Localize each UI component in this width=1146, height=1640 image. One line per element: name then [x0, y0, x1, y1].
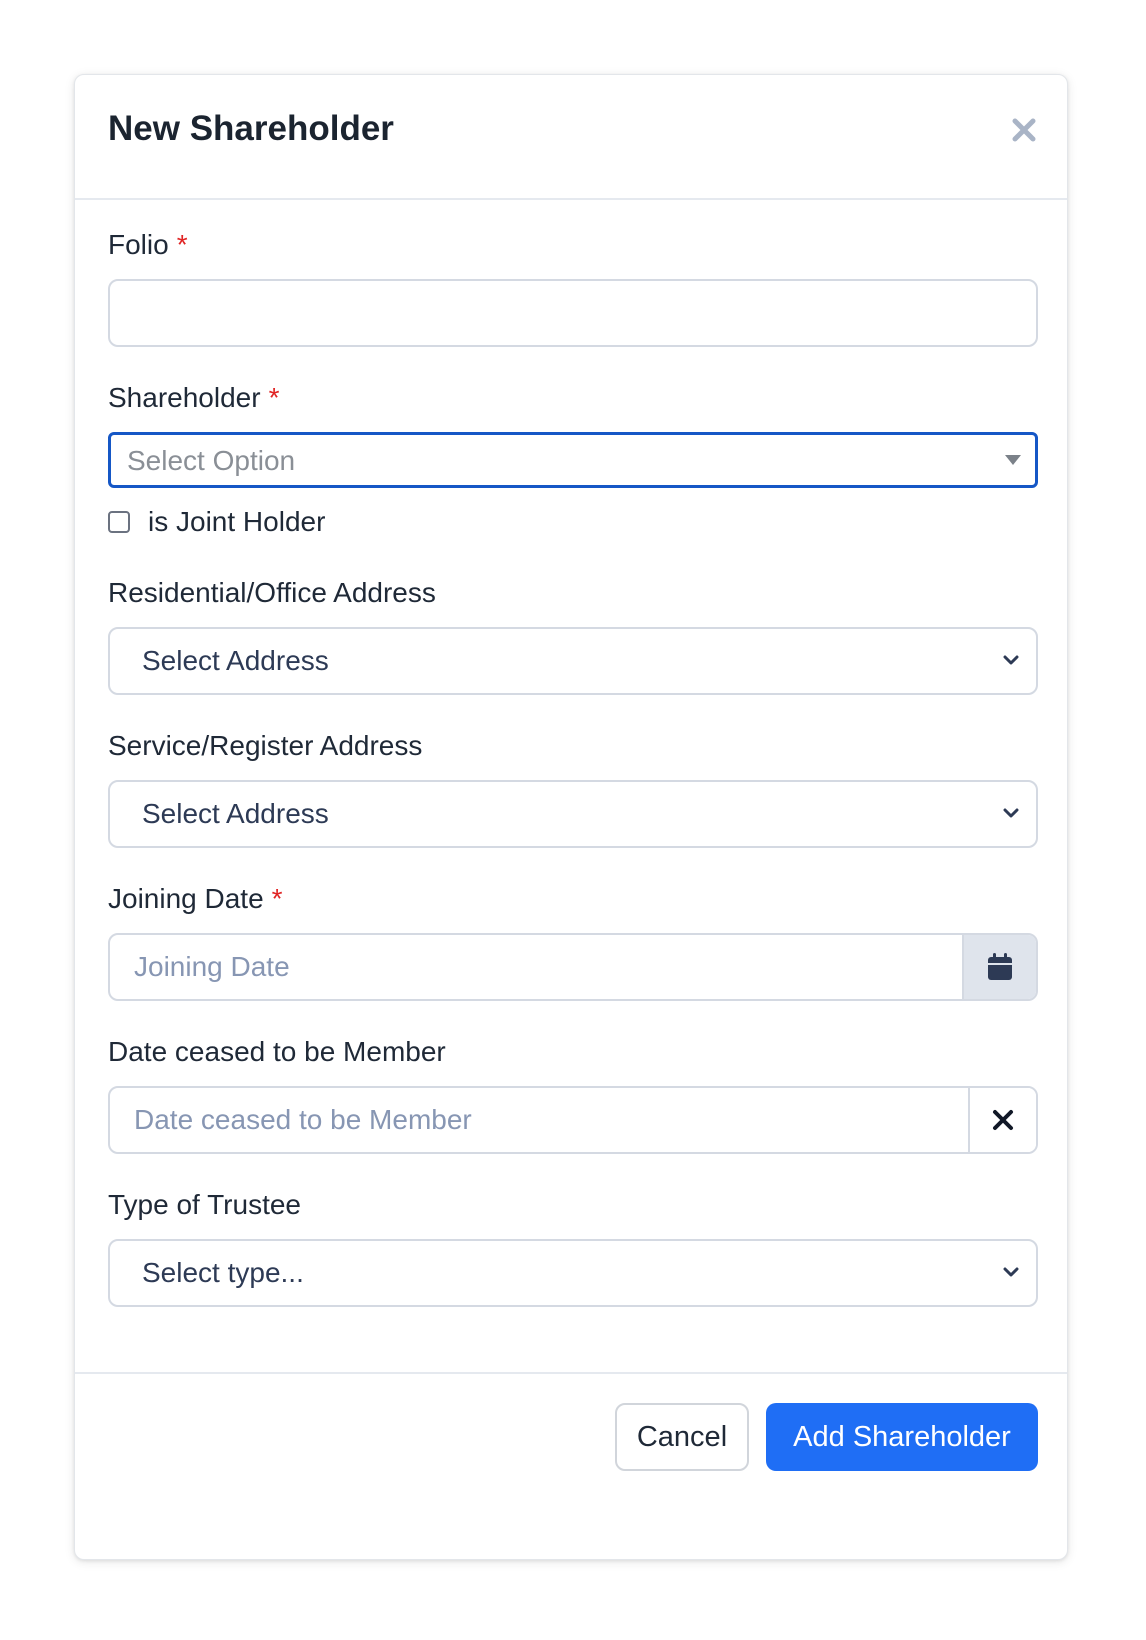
folio-label-text: Folio [108, 229, 169, 260]
shareholder-select[interactable]: Select Option [108, 432, 1038, 488]
add-shareholder-button[interactable]: Add Shareholder [766, 1403, 1038, 1471]
shareholder-select-placeholder: Select Option [127, 445, 296, 476]
chevron-down-icon [1003, 808, 1019, 818]
chevron-down-icon [1003, 655, 1019, 665]
clear-date-button[interactable] [968, 1088, 1036, 1152]
folio-label: Folio * [108, 229, 188, 261]
service-address-selected: Select Address [142, 798, 329, 829]
calendar-icon [988, 953, 1012, 980]
joining-date-placeholder: Joining Date [134, 951, 290, 982]
new-shareholder-modal: New Shareholder Folio * Shareholder * Sele… [74, 74, 1068, 1560]
service-address-label: Service/Register Address [108, 730, 423, 761]
trustee-type-select[interactable]: Select type... [108, 1239, 1038, 1307]
calendar-button[interactable] [962, 935, 1036, 999]
joint-holder-label[interactable]: is Joint Holder [148, 506, 325, 538]
joining-date-label: Joining Date * [108, 883, 283, 915]
date-ceased-placeholder: Date ceased to be Member [134, 1104, 472, 1135]
modal-title: New Shareholder [108, 109, 394, 148]
required-mark: * [271, 883, 283, 914]
close-icon[interactable] [1009, 115, 1039, 145]
folio-input[interactable] [108, 279, 1038, 347]
residential-address-selected: Select Address [142, 645, 329, 676]
clear-icon [993, 1110, 1013, 1130]
shareholder-label: Shareholder * [108, 382, 279, 414]
cancel-button[interactable]: Cancel [615, 1403, 749, 1471]
required-mark: * [176, 229, 188, 260]
modal-header: New Shareholder [75, 75, 1067, 200]
date-ceased-label: Date ceased to be Member [108, 1036, 446, 1067]
trustee-type-selected: Select type... [142, 1257, 304, 1288]
caret-down-icon [1005, 455, 1021, 465]
shareholder-label-text: Shareholder [108, 382, 261, 413]
residential-address-label: Residential/Office Address [108, 577, 436, 608]
chevron-down-icon [1003, 1267, 1019, 1277]
modal-footer-divider [75, 1372, 1067, 1374]
residential-address-select[interactable]: Select Address [108, 627, 1038, 695]
date-ceased-input[interactable]: Date ceased to be Member [108, 1086, 1038, 1154]
joining-date-input[interactable]: Joining Date [108, 933, 1038, 1001]
joining-date-label-text: Joining Date [108, 883, 264, 914]
required-mark: * [268, 382, 280, 413]
trustee-type-label: Type of Trustee [108, 1189, 301, 1220]
service-address-select[interactable]: Select Address [108, 780, 1038, 848]
joint-holder-checkbox[interactable] [108, 511, 130, 533]
